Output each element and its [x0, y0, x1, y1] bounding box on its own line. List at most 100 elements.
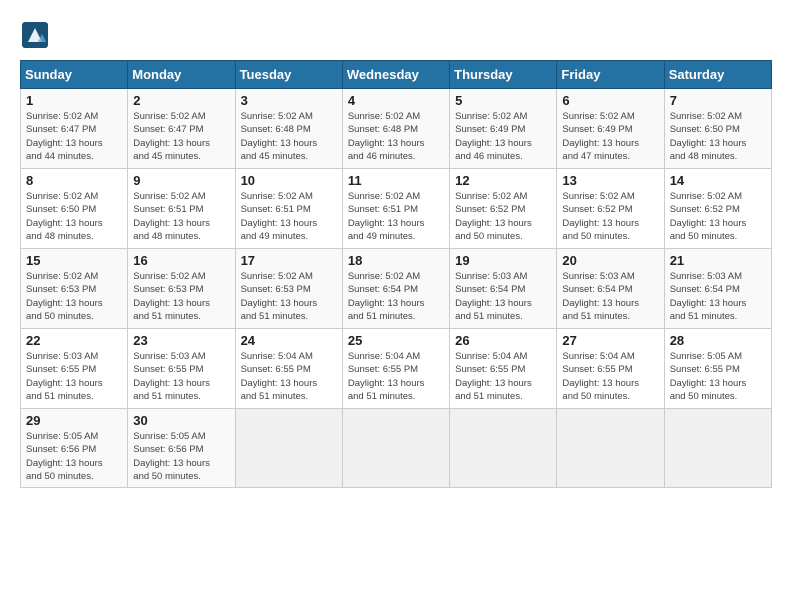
day-number: 14: [670, 173, 766, 188]
day-info: Sunrise: 5:02 AM Sunset: 6:52 PM Dayligh…: [562, 190, 658, 243]
day-cell: [450, 409, 557, 488]
week-row-4: 22Sunrise: 5:03 AM Sunset: 6:55 PM Dayli…: [21, 329, 772, 409]
day-info: Sunrise: 5:02 AM Sunset: 6:50 PM Dayligh…: [26, 190, 122, 243]
day-cell: [235, 409, 342, 488]
day-number: 28: [670, 333, 766, 348]
day-info: Sunrise: 5:03 AM Sunset: 6:54 PM Dayligh…: [670, 270, 766, 323]
day-cell: 10Sunrise: 5:02 AM Sunset: 6:51 PM Dayli…: [235, 169, 342, 249]
week-row-3: 15 Sunrise: 5:02 AM Sunset: 6:53 PM Dayli…: [21, 249, 772, 329]
day-info: Sunrise: 5:02 AM Sunset: 6:48 PM Dayligh…: [348, 110, 444, 163]
day-info: Sunrise: 5:04 AM Sunset: 6:55 PM Dayligh…: [241, 350, 337, 403]
day-info: Sunrise: 5:03 AM Sunset: 6:54 PM Dayligh…: [455, 270, 551, 323]
logo-icon: [20, 20, 50, 50]
day-cell: 26 Sunrise: 5:04 AM Sunset: 6:55 PM Dayli…: [450, 329, 557, 409]
day-number: 21: [670, 253, 766, 268]
calendar-table: SundayMondayTuesdayWednesdayThursdayFrid…: [20, 60, 772, 488]
day-info: Sunrise: 5:02 AM Sunset: 6:49 PM Dayligh…: [455, 110, 551, 163]
day-info: Sunrise: 5:02 AM Sunset: 6:49 PM Dayligh…: [562, 110, 658, 163]
weekday-header-monday: Monday: [128, 61, 235, 89]
day-number: 23: [133, 333, 229, 348]
day-cell: 21 Sunrise: 5:03 AM Sunset: 6:54 PM Dayli…: [664, 249, 771, 329]
day-info: Sunrise: 5:02 AM Sunset: 6:51 PM Dayligh…: [348, 190, 444, 243]
day-info: Sunrise: 5:02 AM Sunset: 6:54 PM Dayligh…: [348, 270, 444, 323]
weekday-header-row: SundayMondayTuesdayWednesdayThursdayFrid…: [21, 61, 772, 89]
day-cell: [342, 409, 449, 488]
day-cell: 29 Sunrise: 5:05 AM Sunset: 6:56 PM Dayli…: [21, 409, 128, 488]
day-info: Sunrise: 5:04 AM Sunset: 6:55 PM Dayligh…: [348, 350, 444, 403]
day-number: 27: [562, 333, 658, 348]
day-info: Sunrise: 5:04 AM Sunset: 6:55 PM Dayligh…: [455, 350, 551, 403]
day-number: 12: [455, 173, 551, 188]
day-info: Sunrise: 5:02 AM Sunset: 6:52 PM Dayligh…: [670, 190, 766, 243]
day-number: 6: [562, 93, 658, 108]
day-cell: 15 Sunrise: 5:02 AM Sunset: 6:53 PM Dayli…: [21, 249, 128, 329]
day-number: 2: [133, 93, 229, 108]
day-cell: 2Sunrise: 5:02 AM Sunset: 6:47 PM Daylig…: [128, 89, 235, 169]
day-number: 29: [26, 413, 122, 428]
week-row-5: 29 Sunrise: 5:05 AM Sunset: 6:56 PM Dayli…: [21, 409, 772, 488]
day-number: 13: [562, 173, 658, 188]
day-info: Sunrise: 5:02 AM Sunset: 6:50 PM Dayligh…: [670, 110, 766, 163]
day-cell: 13 Sunrise: 5:02 AM Sunset: 6:52 PM Dayli…: [557, 169, 664, 249]
day-cell: 7Sunrise: 5:02 AM Sunset: 6:50 PM Daylig…: [664, 89, 771, 169]
day-cell: 27 Sunrise: 5:04 AM Sunset: 6:55 PM Dayli…: [557, 329, 664, 409]
day-info: Sunrise: 5:03 AM Sunset: 6:55 PM Dayligh…: [133, 350, 229, 403]
day-cell: [664, 409, 771, 488]
weekday-header-tuesday: Tuesday: [235, 61, 342, 89]
day-info: Sunrise: 5:05 AM Sunset: 6:55 PM Dayligh…: [670, 350, 766, 403]
day-cell: 3 Sunrise: 5:02 AM Sunset: 6:48 PM Daylig…: [235, 89, 342, 169]
day-number: 15: [26, 253, 122, 268]
day-number: 9: [133, 173, 229, 188]
day-cell: 1Sunrise: 5:02 AM Sunset: 6:47 PM Daylig…: [21, 89, 128, 169]
week-row-2: 8 Sunrise: 5:02 AM Sunset: 6:50 PM Daylig…: [21, 169, 772, 249]
day-number: 24: [241, 333, 337, 348]
logo: [20, 20, 54, 50]
day-number: 19: [455, 253, 551, 268]
day-cell: 16 Sunrise: 5:02 AM Sunset: 6:53 PM Dayli…: [128, 249, 235, 329]
day-cell: 8 Sunrise: 5:02 AM Sunset: 6:50 PM Daylig…: [21, 169, 128, 249]
day-cell: 18 Sunrise: 5:02 AM Sunset: 6:54 PM Dayli…: [342, 249, 449, 329]
day-info: Sunrise: 5:05 AM Sunset: 6:56 PM Dayligh…: [133, 430, 229, 483]
day-info: Sunrise: 5:05 AM Sunset: 6:56 PM Dayligh…: [26, 430, 122, 483]
day-number: 30: [133, 413, 229, 428]
day-cell: 12Sunrise: 5:02 AM Sunset: 6:52 PM Dayli…: [450, 169, 557, 249]
day-number: 4: [348, 93, 444, 108]
day-cell: 4 Sunrise: 5:02 AM Sunset: 6:48 PM Daylig…: [342, 89, 449, 169]
day-number: 17: [241, 253, 337, 268]
day-info: Sunrise: 5:03 AM Sunset: 6:54 PM Dayligh…: [562, 270, 658, 323]
day-cell: 22Sunrise: 5:03 AM Sunset: 6:55 PM Dayli…: [21, 329, 128, 409]
day-cell: 25 Sunrise: 5:04 AM Sunset: 6:55 PM Dayli…: [342, 329, 449, 409]
header: [20, 20, 772, 50]
day-cell: 28 Sunrise: 5:05 AM Sunset: 6:55 PM Dayli…: [664, 329, 771, 409]
day-cell: 6 Sunrise: 5:02 AM Sunset: 6:49 PM Daylig…: [557, 89, 664, 169]
day-cell: 24 Sunrise: 5:04 AM Sunset: 6:55 PM Dayli…: [235, 329, 342, 409]
day-info: Sunrise: 5:02 AM Sunset: 6:53 PM Dayligh…: [133, 270, 229, 323]
day-info: Sunrise: 5:02 AM Sunset: 6:53 PM Dayligh…: [241, 270, 337, 323]
day-cell: 17 Sunrise: 5:02 AM Sunset: 6:53 PM Dayli…: [235, 249, 342, 329]
weekday-header-wednesday: Wednesday: [342, 61, 449, 89]
day-number: 11: [348, 173, 444, 188]
day-number: 25: [348, 333, 444, 348]
week-row-1: 1Sunrise: 5:02 AM Sunset: 6:47 PM Daylig…: [21, 89, 772, 169]
day-info: Sunrise: 5:02 AM Sunset: 6:48 PM Dayligh…: [241, 110, 337, 163]
day-number: 16: [133, 253, 229, 268]
weekday-header-friday: Friday: [557, 61, 664, 89]
day-info: Sunrise: 5:03 AM Sunset: 6:55 PM Dayligh…: [26, 350, 122, 403]
day-cell: 14 Sunrise: 5:02 AM Sunset: 6:52 PM Dayli…: [664, 169, 771, 249]
day-cell: 20 Sunrise: 5:03 AM Sunset: 6:54 PM Dayli…: [557, 249, 664, 329]
day-number: 26: [455, 333, 551, 348]
day-cell: 5 Sunrise: 5:02 AM Sunset: 6:49 PM Daylig…: [450, 89, 557, 169]
weekday-header-saturday: Saturday: [664, 61, 771, 89]
day-cell: 9Sunrise: 5:02 AM Sunset: 6:51 PM Daylig…: [128, 169, 235, 249]
day-number: 18: [348, 253, 444, 268]
day-number: 1: [26, 93, 122, 108]
day-number: 5: [455, 93, 551, 108]
day-info: Sunrise: 5:02 AM Sunset: 6:53 PM Dayligh…: [26, 270, 122, 323]
day-number: 8: [26, 173, 122, 188]
day-cell: [557, 409, 664, 488]
day-cell: 23 Sunrise: 5:03 AM Sunset: 6:55 PM Dayli…: [128, 329, 235, 409]
day-number: 20: [562, 253, 658, 268]
day-info: Sunrise: 5:04 AM Sunset: 6:55 PM Dayligh…: [562, 350, 658, 403]
day-cell: 30 Sunrise: 5:05 AM Sunset: 6:56 PM Dayli…: [128, 409, 235, 488]
day-number: 3: [241, 93, 337, 108]
